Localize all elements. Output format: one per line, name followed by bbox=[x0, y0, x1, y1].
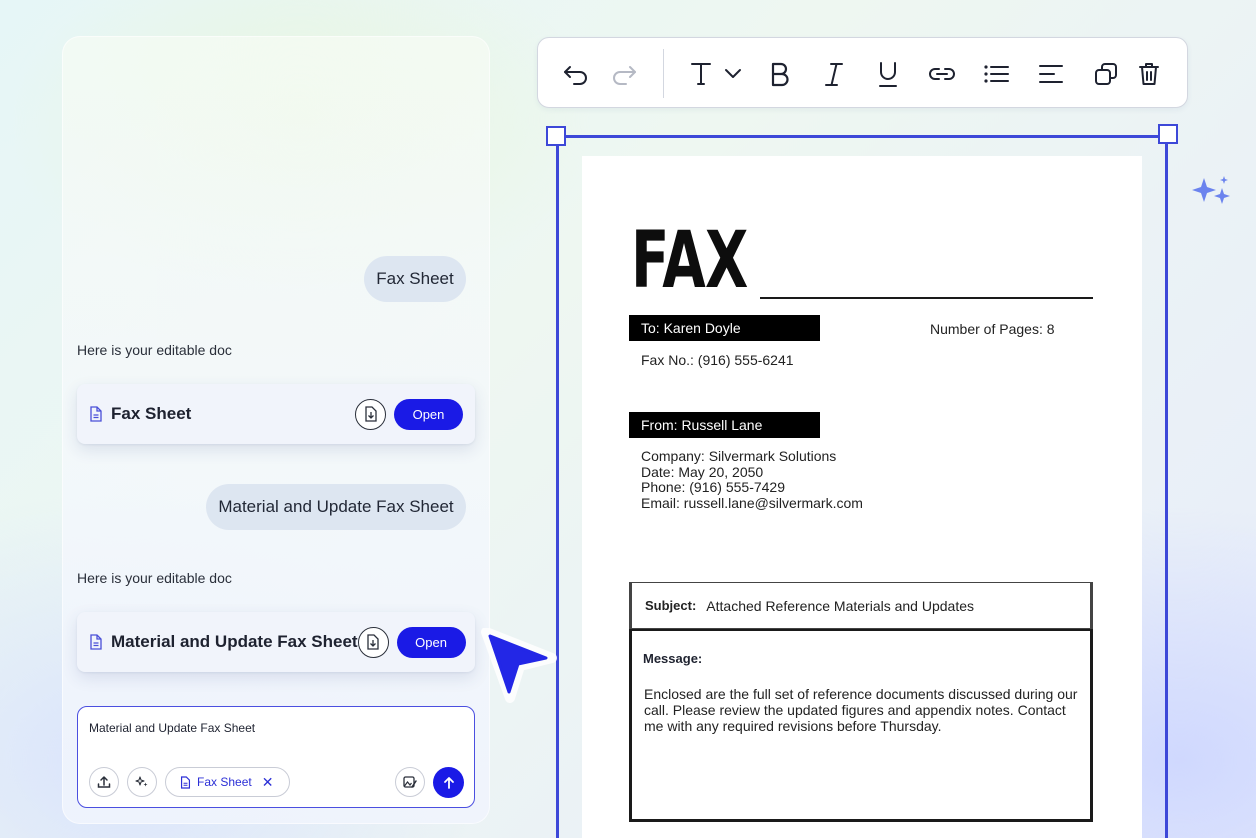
undo-button[interactable] bbox=[562, 60, 590, 88]
underline-icon bbox=[879, 62, 897, 87]
attachment-chip[interactable]: Fax Sheet ✕ bbox=[165, 767, 290, 797]
underline-button[interactable] bbox=[874, 60, 902, 88]
text-style-icon bbox=[691, 63, 741, 85]
message-label: Message: bbox=[643, 651, 703, 666]
file-icon bbox=[180, 775, 191, 789]
pages-count[interactable]: Number of Pages: 8 bbox=[930, 321, 1055, 337]
send-button[interactable] bbox=[433, 767, 464, 798]
title-rule bbox=[760, 297, 1093, 299]
file-icon bbox=[90, 406, 102, 422]
sparkle-icon bbox=[135, 776, 148, 787]
subject-box[interactable]: Subject: Attached Reference Materials an… bbox=[629, 582, 1093, 629]
user-message-bubble: Material and Update Fax Sheet bbox=[206, 484, 466, 530]
arrow-up-icon bbox=[443, 776, 454, 789]
bullet-list-button[interactable] bbox=[982, 60, 1010, 88]
align-left-button[interactable] bbox=[1037, 60, 1065, 88]
document-title[interactable]: FAX bbox=[631, 222, 748, 300]
assistant-message: Here is your editable doc bbox=[77, 342, 232, 358]
doc-card[interactable]: Fax Sheet Open bbox=[77, 384, 475, 444]
user-message-bubble: Fax Sheet bbox=[364, 256, 466, 302]
fax-number[interactable]: Fax No.: (916) 555-6241 bbox=[641, 352, 794, 368]
sender-company: Company: Silvermark Solutions bbox=[641, 448, 837, 464]
duplicate-button[interactable] bbox=[1092, 60, 1120, 88]
duplicate-icon bbox=[1095, 63, 1117, 85]
upload-button[interactable] bbox=[89, 767, 119, 797]
redo-button[interactable] bbox=[610, 60, 638, 88]
pointer-cursor-icon bbox=[481, 628, 557, 703]
doc-card[interactable]: Material and Update Fax Sheet Open bbox=[77, 612, 475, 672]
download-doc-button[interactable] bbox=[357, 626, 389, 658]
open-button[interactable]: Open bbox=[394, 398, 463, 430]
doc-title: Fax Sheet bbox=[111, 404, 192, 423]
sender-date: Date: May 20, 2050 bbox=[641, 463, 764, 480]
toolbar-divider bbox=[663, 49, 664, 98]
subject-value: Attached Reference Materials and Updates bbox=[706, 597, 975, 614]
message-box[interactable]: Message: Enclosed are the full set of re… bbox=[629, 629, 1093, 822]
from-label[interactable]: From: Russell Lane bbox=[629, 412, 820, 438]
delete-icon bbox=[1139, 63, 1159, 85]
remove-attachment-button[interactable]: ✕ bbox=[262, 774, 274, 791]
download-icon bbox=[364, 406, 377, 422]
bold-button[interactable] bbox=[766, 60, 794, 88]
sender-phone: Phone: (916) 555-7429 bbox=[641, 479, 785, 496]
formatting-toolbar bbox=[537, 37, 1188, 108]
upload-icon bbox=[97, 776, 111, 788]
subject-label: Subject: bbox=[645, 598, 697, 613]
attachment-chip-label: Fax Sheet bbox=[197, 775, 252, 789]
undo-icon bbox=[564, 66, 587, 85]
link-icon bbox=[929, 68, 955, 80]
bold-icon bbox=[771, 62, 789, 87]
composer-input[interactable]: Material and Update Fax Sheet bbox=[89, 721, 255, 735]
resize-handle-top-left[interactable] bbox=[546, 126, 566, 146]
link-button[interactable] bbox=[928, 60, 956, 88]
image-edit-icon bbox=[403, 776, 417, 788]
doc-title: Material and Update Fax Sheet bbox=[111, 632, 358, 651]
italic-icon bbox=[825, 63, 843, 86]
open-button[interactable]: Open bbox=[396, 626, 466, 658]
file-icon bbox=[90, 634, 102, 650]
text-style-dropdown[interactable] bbox=[688, 60, 746, 88]
sparkle-icon bbox=[1192, 176, 1230, 204]
redo-icon bbox=[613, 66, 636, 85]
sender-email: Email: russell.lane@silvermark.com bbox=[641, 495, 863, 512]
message-body: Enclosed are the full set of reference d… bbox=[644, 686, 1078, 734]
download-doc-button[interactable] bbox=[355, 398, 386, 430]
to-label[interactable]: To: Karen Doyle bbox=[629, 315, 820, 341]
chat-composer[interactable]: Material and Update Fax Sheet Fax Sheet … bbox=[77, 706, 475, 808]
bullet-list-icon bbox=[984, 65, 1009, 83]
align-left-icon bbox=[1039, 65, 1063, 83]
delete-button[interactable] bbox=[1135, 60, 1163, 88]
ai-sparkle-button[interactable] bbox=[127, 767, 157, 797]
italic-button[interactable] bbox=[820, 60, 848, 88]
download-icon bbox=[367, 634, 379, 650]
resize-handle-top-right[interactable] bbox=[1158, 124, 1178, 144]
sender-details[interactable]: Company: Silvermark Solutions Date: May … bbox=[641, 448, 863, 512]
assistant-message: Here is your editable doc bbox=[77, 570, 232, 586]
image-style-button[interactable] bbox=[395, 767, 425, 797]
